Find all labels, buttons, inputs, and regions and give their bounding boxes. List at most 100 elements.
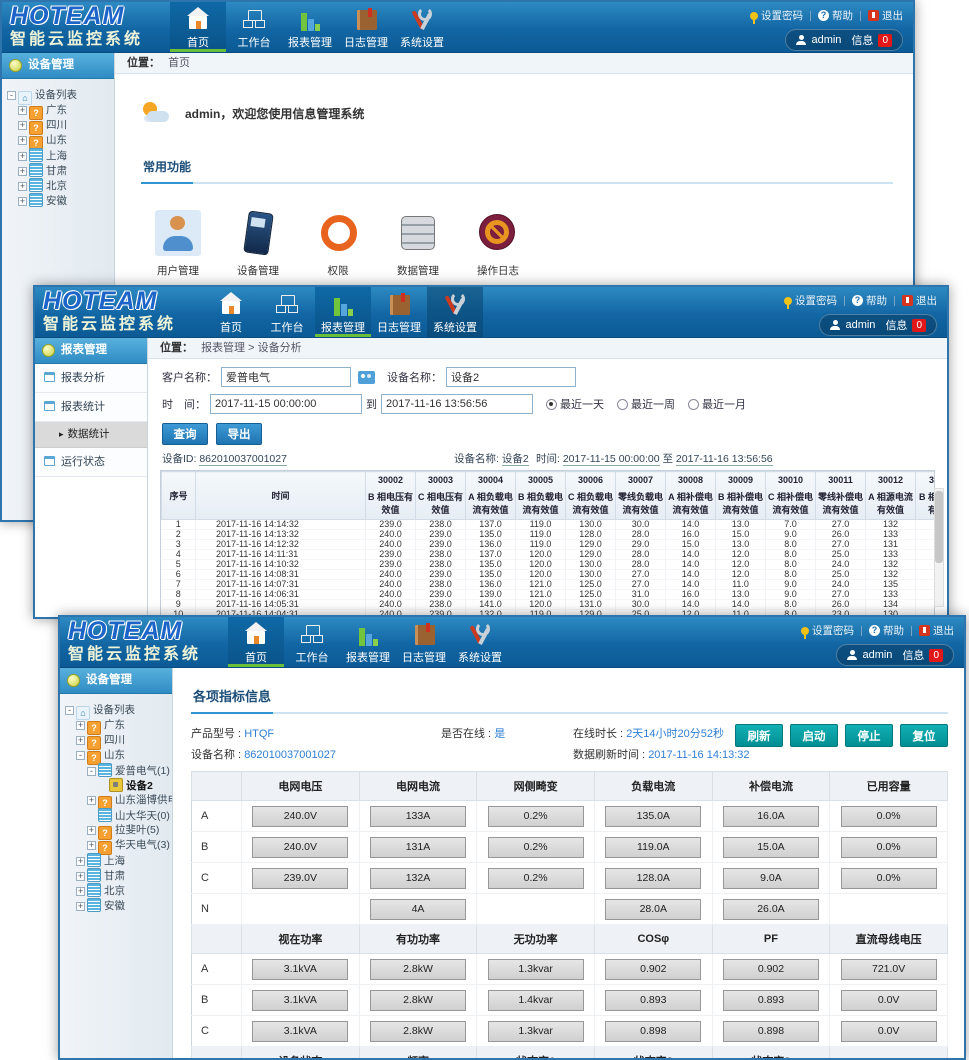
nav-settings[interactable]: 系统设置 bbox=[427, 287, 483, 337]
table-row[interactable]: 42017-11-16 14:11:31239.0238.0137.0120.0… bbox=[162, 550, 936, 560]
sidebar-item[interactable]: 运行状态 bbox=[35, 448, 147, 477]
query-button[interactable]: 查询 bbox=[162, 423, 208, 445]
start-button[interactable]: 启动 bbox=[790, 724, 838, 747]
tree-expander-icon[interactable]: + bbox=[76, 887, 85, 896]
tree-expander-icon[interactable]: + bbox=[76, 872, 85, 881]
set-password-link[interactable]: 设置密码 bbox=[795, 293, 837, 308]
tree-item[interactable]: +北京 bbox=[62, 883, 170, 898]
nav-settings[interactable]: 系统设置 bbox=[394, 2, 450, 52]
tree-item[interactable]: +甘肃 bbox=[62, 868, 170, 883]
tree-expander-icon[interactable]: + bbox=[87, 841, 96, 850]
sidebar-item[interactable]: 报表统计 bbox=[35, 393, 147, 422]
logout-link[interactable]: 退出 bbox=[882, 8, 903, 23]
sidebar-header[interactable]: 设备管理 bbox=[60, 668, 172, 694]
sidebar-item[interactable]: 报表分析 bbox=[35, 364, 147, 393]
tree-item[interactable]: +安徽 bbox=[4, 193, 112, 208]
export-button[interactable]: 导出 bbox=[216, 423, 262, 445]
reset-button[interactable]: 复位 bbox=[900, 724, 948, 747]
tree-item[interactable]: +华天电气(3) bbox=[62, 838, 170, 853]
tree-expander-icon[interactable]: + bbox=[76, 736, 85, 745]
tree-item[interactable]: +北京 bbox=[4, 178, 112, 193]
sidebar-subitem[interactable]: ▸数据统计 bbox=[35, 422, 147, 448]
tree-expander-icon[interactable]: - bbox=[76, 751, 85, 760]
tree-item[interactable]: +四川 bbox=[4, 118, 112, 133]
tree-item[interactable]: +拉斐叶(5) bbox=[62, 823, 170, 838]
set-password-link[interactable]: 设置密码 bbox=[761, 8, 803, 23]
customer-picker-icon[interactable] bbox=[358, 371, 375, 384]
logout-link[interactable]: 退出 bbox=[916, 293, 937, 308]
messages-label[interactable]: 信息 bbox=[885, 317, 907, 333]
nav-reports[interactable]: 报表管理 bbox=[340, 617, 396, 667]
tree-expander-icon[interactable]: + bbox=[18, 106, 27, 115]
nav-home[interactable]: 首页 bbox=[170, 2, 226, 52]
user-pill[interactable]: admin 信息 0 bbox=[836, 644, 954, 666]
tree-expander-icon[interactable]: + bbox=[18, 152, 27, 161]
tree-expander-icon[interactable]: + bbox=[87, 796, 96, 805]
nav-home[interactable]: 首页 bbox=[203, 287, 259, 337]
messages-label[interactable]: 信息 bbox=[902, 647, 924, 663]
shortcut-item[interactable]: 权限 bbox=[315, 210, 361, 278]
tree-expander-icon[interactable]: + bbox=[76, 721, 85, 730]
tree-item[interactable]: +山大华天(0) bbox=[62, 808, 170, 823]
tree-item[interactable]: +山东淄博供电(1) bbox=[62, 793, 170, 808]
tree-expander-icon[interactable]: + bbox=[18, 167, 27, 176]
table-row[interactable]: 92017-11-16 14:05:31240.0238.0141.0120.0… bbox=[162, 600, 936, 610]
table-row[interactable]: 22017-11-16 14:13:32240.0239.0135.0119.0… bbox=[162, 530, 936, 540]
user-pill[interactable]: admin 信息 0 bbox=[819, 314, 937, 336]
tree-item[interactable]: -爱普电气(1) bbox=[62, 763, 170, 778]
scrollbar-thumb[interactable] bbox=[935, 491, 943, 563]
tree-item[interactable]: -山东 bbox=[62, 748, 170, 763]
tree-expander-icon[interactable]: + bbox=[76, 857, 85, 866]
shortcut-item[interactable]: 用户管理 bbox=[155, 210, 201, 278]
tree-expander-icon[interactable]: + bbox=[18, 197, 27, 206]
user-pill[interactable]: admin 信息 0 bbox=[785, 29, 903, 51]
tree-expander-icon[interactable]: - bbox=[87, 767, 96, 776]
time-to-input[interactable] bbox=[381, 394, 533, 414]
nav-reports[interactable]: 报表管理 bbox=[282, 2, 338, 52]
tree-item[interactable]: -设备列表 bbox=[62, 703, 170, 718]
tree-expander-icon[interactable]: + bbox=[18, 182, 27, 191]
help-link[interactable]: 帮助 bbox=[866, 293, 887, 308]
tree-item[interactable]: +安徽 bbox=[62, 898, 170, 913]
logout-link[interactable]: 退出 bbox=[933, 623, 954, 638]
tree-expander-icon[interactable]: - bbox=[65, 706, 74, 715]
messages-label[interactable]: 信息 bbox=[851, 32, 873, 48]
shortcut-item[interactable]: 操作日志 bbox=[475, 210, 521, 278]
set-password-link[interactable]: 设置密码 bbox=[812, 623, 854, 638]
nav-workbench[interactable]: 工作台 bbox=[284, 617, 340, 667]
nav-settings[interactable]: 系统设置 bbox=[452, 617, 508, 667]
table-row[interactable]: 52017-11-16 14:10:32239.0238.0135.0120.0… bbox=[162, 560, 936, 570]
tree-item[interactable]: +四川 bbox=[62, 733, 170, 748]
refresh-button[interactable]: 刷新 bbox=[735, 724, 783, 747]
stop-button[interactable]: 停止 bbox=[845, 724, 893, 747]
table-row[interactable]: 72017-11-16 14:07:31240.0238.0136.0121.0… bbox=[162, 580, 936, 590]
table-row[interactable]: 12017-11-16 14:14:32239.0238.0137.0119.0… bbox=[162, 520, 936, 530]
table-row[interactable]: 32017-11-16 14:12:32240.0239.0136.0119.0… bbox=[162, 540, 936, 550]
time-from-input[interactable] bbox=[210, 394, 362, 414]
shortcut-item[interactable]: 设备管理 bbox=[235, 210, 281, 278]
device-name-input[interactable] bbox=[446, 367, 576, 387]
nav-home[interactable]: 首页 bbox=[228, 617, 284, 667]
tree-expander-icon[interactable]: + bbox=[87, 826, 96, 835]
radio-last-week[interactable]: 最近一周 bbox=[617, 396, 675, 412]
tree-item[interactable]: +甘肃 bbox=[4, 163, 112, 178]
table-row[interactable]: 62017-11-16 14:08:31240.0239.0135.0120.0… bbox=[162, 570, 936, 580]
table-row[interactable]: 82017-11-16 14:06:31240.0239.0139.0121.0… bbox=[162, 590, 936, 600]
tree-expander-icon[interactable]: + bbox=[76, 902, 85, 911]
nav-workbench[interactable]: 工作台 bbox=[259, 287, 315, 337]
help-link[interactable]: 帮助 bbox=[883, 623, 904, 638]
tree-item[interactable]: -设备列表 bbox=[4, 88, 112, 103]
nav-logs[interactable]: 日志管理 bbox=[396, 617, 452, 667]
tree-item[interactable]: +上海 bbox=[62, 853, 170, 868]
tree-item[interactable]: +山东 bbox=[4, 133, 112, 148]
tree-item[interactable]: +设备2 bbox=[62, 778, 170, 793]
tree-expander-icon[interactable]: - bbox=[7, 91, 16, 100]
tree-expander-icon[interactable]: + bbox=[18, 121, 27, 130]
customer-name-input[interactable] bbox=[221, 367, 351, 387]
radio-last-month[interactable]: 最近一月 bbox=[688, 396, 746, 412]
nav-reports[interactable]: 报表管理 bbox=[315, 287, 371, 337]
sidebar-header[interactable]: 设备管理 bbox=[2, 53, 114, 79]
nav-logs[interactable]: 日志管理 bbox=[371, 287, 427, 337]
shortcut-item[interactable]: 数据管理 bbox=[395, 210, 441, 278]
tree-item[interactable]: +广东 bbox=[4, 103, 112, 118]
